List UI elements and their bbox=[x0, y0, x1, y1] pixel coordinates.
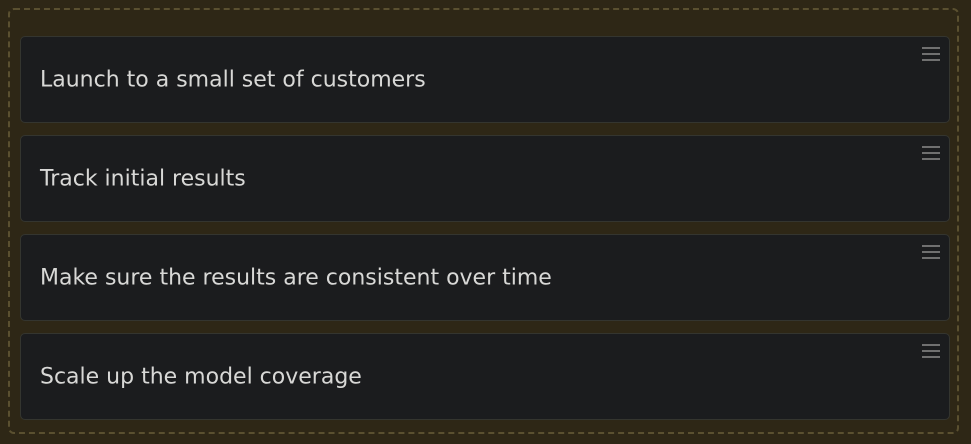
sortable-item-label: Scale up the model coverage bbox=[40, 364, 362, 389]
sortable-item-label: Make sure the results are consistent ove… bbox=[40, 265, 552, 290]
sortable-item-label: Launch to a small set of customers bbox=[40, 67, 426, 92]
sortable-item[interactable]: Track initial results bbox=[20, 135, 950, 222]
sortable-item-label: Track initial results bbox=[40, 166, 246, 191]
drag-handle-icon[interactable] bbox=[922, 245, 940, 259]
drag-handle-icon[interactable] bbox=[922, 47, 940, 61]
drag-handle-icon[interactable] bbox=[922, 146, 940, 160]
sortable-item[interactable]: Make sure the results are consistent ove… bbox=[20, 234, 950, 321]
drag-handle-icon[interactable] bbox=[922, 344, 940, 358]
sortable-item[interactable]: Launch to a small set of customers bbox=[20, 36, 950, 123]
sortable-item[interactable]: Scale up the model coverage bbox=[20, 333, 950, 420]
